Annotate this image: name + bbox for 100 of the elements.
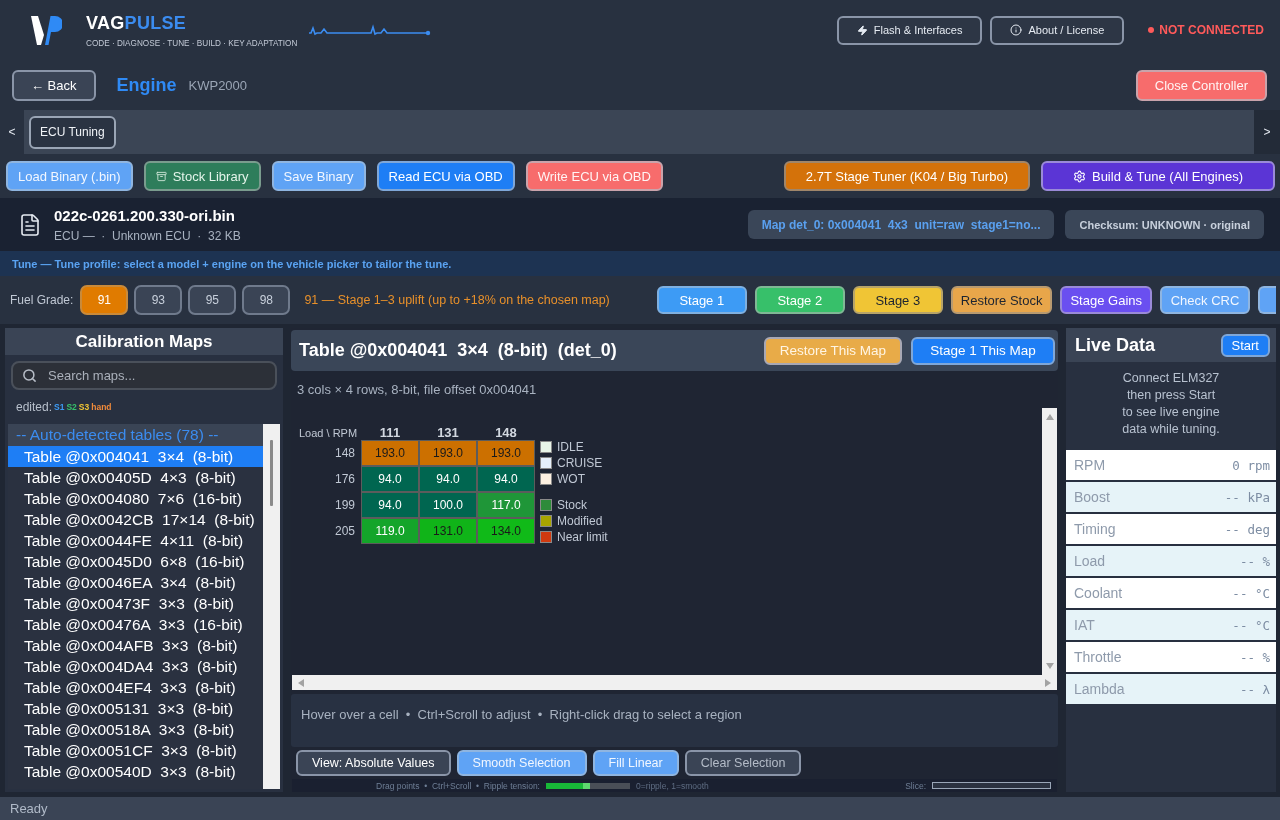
map-subtitle: 3 cols × 4 rows, 8-bit, file offset 0x004041 — [296, 381, 538, 399]
map-list-item[interactable]: Table @0x004AFB 3×3 (8-bit) — [8, 635, 263, 656]
tagline: CODE · DIAGNOSE · TUNE · BUILD · KEY ADAPTATION — [86, 38, 298, 48]
read-ecu-button[interactable]: Read ECU via OBD — [376, 161, 515, 191]
table-cell[interactable]: 193.0 — [477, 440, 535, 466]
row-header: 205 — [333, 523, 356, 540]
slider-thumb[interactable] — [582, 782, 590, 789]
column-header: 131 — [436, 425, 460, 440]
tab-scroll-right[interactable]: > — [1254, 110, 1280, 154]
map-list-item[interactable]: Table @0x004EF4 3×3 (8-bit) — [8, 677, 263, 698]
row-header: 176 — [333, 471, 356, 488]
edited-tag: S1 — [54, 402, 65, 412]
map-list-item[interactable]: Table @0x004DA4 3×3 (8-bit) — [8, 656, 263, 677]
panel-title: Live Data — [1075, 334, 1156, 356]
map-title: Table @0x004041 3×4 (8-bit) (det_0) — [299, 340, 617, 361]
back-button[interactable]: ← Back — [12, 69, 96, 101]
table-cell[interactable]: 94.0 — [477, 466, 535, 492]
reading-label: Throttle — [1074, 649, 1122, 665]
slice-field[interactable] — [932, 782, 1051, 789]
flash-interfaces-button[interactable]: Flash & Interfaces — [836, 15, 983, 45]
legend-label: IDLE — [557, 440, 584, 454]
about-license-button[interactable]: About / License — [990, 15, 1125, 45]
module-title: Engine — [116, 74, 177, 96]
reading-value: -- deg — [1224, 521, 1270, 537]
connection-status: NOT CONNECTED — [1159, 23, 1264, 37]
archive-icon — [155, 170, 167, 182]
list-group-header: -- Auto-detected tables (78) -- — [8, 424, 263, 446]
reading-label: IAT — [1074, 617, 1095, 633]
table-cell[interactable]: 193.0 — [419, 440, 477, 466]
table-cell[interactable]: 100.0 — [419, 492, 477, 518]
scroll-left-icon — [297, 678, 305, 687]
scroll-up-icon — [1045, 413, 1054, 421]
map-list-item[interactable]: Table @0x00473F 3×3 (8-bit) — [8, 593, 263, 614]
legend-label: WOT — [557, 472, 585, 486]
live-data-hint: Connect ELM327 then press Start to see live engine data while tuning. — [1121, 370, 1221, 438]
table-cell[interactable]: 131.0 — [419, 518, 477, 544]
map-list-item[interactable]: Table @0x0044FE 4×11 (8-bit) — [8, 530, 263, 551]
start-button[interactable]: Start — [1220, 333, 1270, 357]
edited-tag: hand — [91, 402, 112, 412]
row-header: 148 — [333, 445, 356, 462]
scroll-thumb[interactable] — [270, 440, 273, 506]
scroll-right-icon — [1044, 678, 1052, 687]
clear-selection-button[interactable]: Clear Selection — [684, 750, 802, 776]
tab[interactable]: ECU Tuning — [29, 115, 116, 149]
table-cell[interactable]: 94.0 — [361, 466, 419, 492]
reading-label: Coolant — [1074, 585, 1123, 601]
map-list-item[interactable]: Table @0x00476A 3×3 (16-bit) — [8, 614, 263, 635]
restore-stock-button[interactable]: Restore Stock — [950, 286, 1053, 314]
stage-3-button[interactable]: Stage 3 — [852, 286, 943, 314]
map-list-item[interactable]: Table @0x0042CB 17×14 (8-bit) — [8, 509, 263, 530]
reading-label: Timing — [1074, 521, 1116, 537]
search-field[interactable]: Search maps... — [11, 361, 277, 390]
table-cell[interactable]: 117.0 — [477, 492, 535, 518]
fuel-grade-button[interactable]: 95 — [188, 285, 237, 315]
map-list-item[interactable]: Table @0x00405D 4×3 (8-bit) — [8, 467, 263, 488]
legend-label: Stock — [557, 498, 587, 512]
reading-value: -- % — [1239, 649, 1270, 665]
table-cell[interactable]: 193.0 — [361, 440, 419, 466]
stage-map-button[interactable]: Stage 1 This Map — [911, 336, 1055, 365]
info-icon — [1010, 24, 1023, 36]
map-list-item[interactable]: Table @0x005131 3×3 (8-bit) — [8, 698, 263, 719]
horizontal-scrollbar[interactable] — [292, 675, 1057, 690]
stage-gains-button[interactable]: Stage Gains — [1060, 286, 1152, 314]
axis-label: Load \ RPM — [299, 427, 359, 440]
tension-slider[interactable] — [546, 782, 630, 789]
table-cell[interactable]: 94.0 — [419, 466, 477, 492]
map-list-item[interactable]: Table @0x0045D0 6×8 (16-bit) — [8, 551, 263, 572]
map-list-item[interactable]: Table @0x004041 3×4 (8-bit) — [8, 446, 263, 467]
tension-note: 0=ripple, 1=smooth — [636, 780, 709, 791]
table-cell[interactable]: 134.0 — [477, 518, 535, 544]
document-icon — [18, 212, 42, 237]
view-mode-button[interactable]: View: Absolute Values — [296, 750, 451, 776]
build-tune-button[interactable]: Build & Tune (All Engines) — [1040, 161, 1275, 191]
reading-value: -- λ — [1239, 681, 1270, 697]
overflow-button[interactable] — [1258, 286, 1276, 314]
map-list-item[interactable]: Table @0x004080 7×6 (16-bit) — [8, 488, 263, 509]
logo-icon — [30, 13, 62, 47]
search-icon — [22, 368, 37, 383]
table-cell[interactable]: 94.0 — [361, 492, 419, 518]
fuel-grade-button[interactable]: 98 — [242, 285, 291, 315]
map-list-item[interactable]: Table @0x00518A 3×3 (8-bit) — [8, 719, 263, 740]
legend-label: Near limit — [557, 530, 608, 544]
list-scrollbar[interactable] — [263, 424, 280, 789]
stock-library-button[interactable]: Stock Library — [143, 161, 261, 191]
map-list-item[interactable]: Table @0x0051CF 3×3 (8-bit) — [8, 740, 263, 761]
vertical-scrollbar[interactable] — [1042, 408, 1057, 675]
file-name: 022c-0261.200.330-ori.bin — [54, 206, 236, 224]
scroll-down-icon — [1045, 662, 1054, 670]
brand-name: VAGPULSE — [86, 12, 188, 34]
legend-label: Modified — [557, 514, 603, 528]
file-meta: ECU — · Unknown ECU · 32 KB — [54, 228, 241, 243]
map-list-item[interactable]: Table @0x0046EA 3×4 (8-bit) — [8, 572, 263, 593]
gear-icon — [1072, 169, 1086, 183]
bolt-icon — [856, 24, 868, 36]
reading-label: Boost — [1074, 489, 1110, 505]
pulse-wave-icon — [309, 24, 432, 36]
fuel-grade-button[interactable]: 93 — [134, 285, 183, 315]
curve-hint: Drag points • Ctrl+Scroll • Ripple tension: — [376, 780, 540, 791]
map-list-item[interactable]: Table @0x00540D 3×3 (8-bit) — [8, 761, 263, 782]
reading-value: -- kPa — [1224, 489, 1270, 505]
